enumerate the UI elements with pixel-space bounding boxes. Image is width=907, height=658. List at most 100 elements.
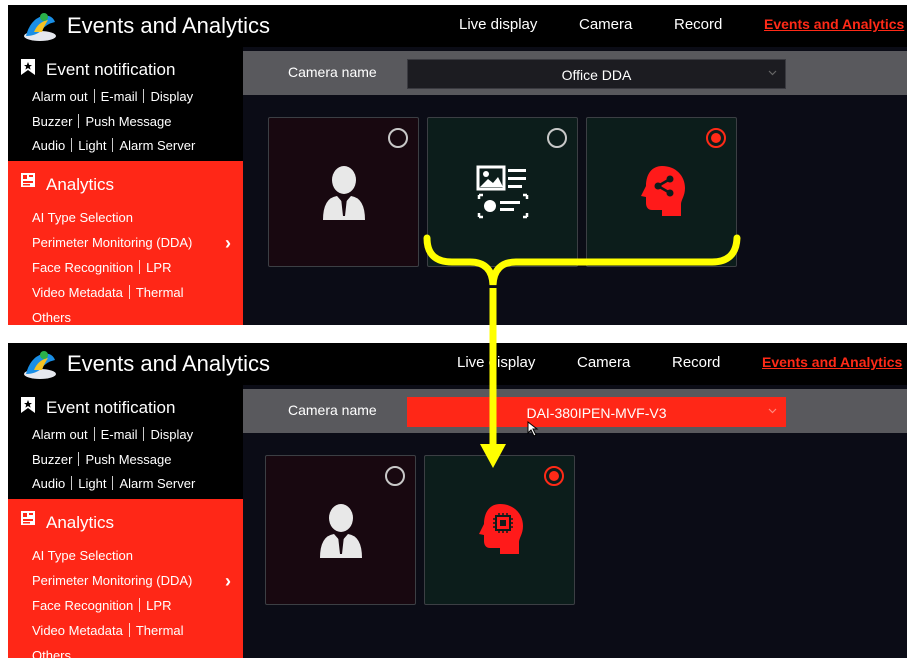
event-row-3: Audio Light Alarm Server (32, 476, 195, 491)
brain-chip-icon (478, 504, 523, 554)
chevron-down-icon (768, 408, 777, 414)
radio-deep-learning-selected[interactable] (706, 128, 726, 148)
brain-share-icon (640, 166, 685, 216)
link-face-recognition[interactable]: Face Recognition (32, 260, 133, 275)
app-title: Events and Analytics (67, 13, 271, 38)
chevron-right-icon[interactable]: › (225, 571, 231, 592)
nav-record[interactable]: Record (674, 16, 722, 33)
camera-name-label: Camera name (288, 402, 377, 418)
link-display[interactable]: Display (150, 89, 193, 104)
bookmark-icon (21, 59, 35, 75)
camera-name-row: Camera name DAI-380IPEN-MVF-V3 (243, 389, 907, 433)
link-email[interactable]: E-mail (101, 427, 138, 442)
link-video-metadata[interactable]: Video Metadata (32, 285, 123, 300)
sidebar: Event notification Alarm out E-mail Displa… (8, 385, 243, 658)
ai-type-card-video-metadata[interactable] (427, 117, 578, 267)
nav-record[interactable]: Record (672, 354, 720, 371)
analytics-title: Analytics (46, 513, 115, 532)
main-content: Camera name DAI-380IPEN-MVF-V3 (243, 385, 907, 658)
camera-name-select[interactable]: Office DDA (407, 59, 786, 89)
chevron-down-icon (768, 70, 777, 76)
chevron-right-icon[interactable]: › (225, 233, 231, 254)
radio-face-recognition[interactable] (385, 466, 405, 486)
app-title: Events and Analytics (67, 351, 271, 376)
link-lpr[interactable]: LPR (146, 598, 171, 613)
link-lpr[interactable]: LPR (146, 260, 171, 275)
link-light[interactable]: Light (78, 476, 106, 491)
camera-name-value: DAI-380IPEN-MVF-V3 (526, 405, 667, 421)
nav-live-display[interactable]: Live display (459, 16, 537, 33)
link-display[interactable]: Display (150, 427, 193, 442)
link-buzzer[interactable]: Buzzer (32, 114, 72, 129)
link-ai-type-selection[interactable]: AI Type Selection (32, 548, 133, 563)
link-push-message[interactable]: Push Message (85, 114, 171, 129)
event-row-3: Audio Light Alarm Server (32, 138, 195, 153)
nav-live-display[interactable]: Live display (457, 354, 535, 371)
app-logo-icon (24, 13, 56, 41)
analytics-row-3: Face Recognition LPR (32, 260, 171, 275)
link-alarm-out[interactable]: Alarm out (32, 89, 88, 104)
radio-ai-chip-selected[interactable] (544, 466, 564, 486)
top-bar: Events and Analytics Live display Camera… (8, 343, 907, 385)
event-row-2: Buzzer Push Message (32, 114, 171, 129)
ai-type-card-face-recognition[interactable] (265, 455, 416, 605)
app-logo-icon (24, 351, 56, 379)
link-thermal[interactable]: Thermal (136, 285, 184, 300)
nav-events-analytics[interactable]: Events and Analytics (764, 16, 904, 32)
camera-name-label: Camera name (288, 64, 377, 80)
link-face-recognition[interactable]: Face Recognition (32, 598, 133, 613)
ai-type-card-ai-chip[interactable] (424, 455, 575, 605)
person-silhouette-icon (319, 504, 362, 558)
event-notification-title: Event notification (46, 60, 176, 79)
link-perimeter-monitoring[interactable]: Perimeter Monitoring (DDA) (32, 235, 192, 250)
camera-name-value: Office DDA (561, 67, 632, 83)
link-email[interactable]: E-mail (101, 89, 138, 104)
screenshot-panel-top: Events and Analytics Live display Camera… (8, 5, 907, 325)
ai-type-card-deep-learning[interactable] (586, 117, 737, 267)
link-alarm-server[interactable]: Alarm Server (119, 476, 195, 491)
analytics-icon (21, 173, 35, 187)
camera-name-row: Camera name Office DDA (243, 51, 907, 95)
mouse-cursor-icon (527, 421, 539, 437)
event-row-1: Alarm out E-mail Display (32, 89, 193, 104)
link-others[interactable]: Others (32, 310, 71, 325)
ai-type-card-face-recognition[interactable] (268, 117, 419, 267)
camera-name-select[interactable]: DAI-380IPEN-MVF-V3 (407, 397, 786, 427)
event-notification-section: Event notification Alarm out E-mail Displa… (8, 47, 243, 161)
main-content: Camera name Office DDA (243, 47, 907, 325)
screenshot-panel-bottom: Events and Analytics Live display Camera… (8, 343, 907, 658)
analytics-row-4: Video Metadata Thermal (32, 285, 184, 300)
analytics-row-3: Face Recognition LPR (32, 598, 171, 613)
link-ai-type-selection[interactable]: AI Type Selection (32, 210, 133, 225)
link-light[interactable]: Light (78, 138, 106, 153)
analytics-row-4: Video Metadata Thermal (32, 623, 184, 638)
event-row-1: Alarm out E-mail Display (32, 427, 193, 442)
radio-face-recognition[interactable] (388, 128, 408, 148)
nav-camera[interactable]: Camera (577, 354, 630, 371)
link-thermal[interactable]: Thermal (136, 623, 184, 638)
image-document-icon (476, 165, 528, 219)
link-audio[interactable]: Audio (32, 138, 65, 153)
nav-events-analytics[interactable]: Events and Analytics (762, 354, 902, 370)
link-perimeter-monitoring[interactable]: Perimeter Monitoring (DDA) (32, 573, 192, 588)
person-silhouette-icon (322, 166, 365, 220)
event-notification-title: Event notification (46, 398, 176, 417)
link-others[interactable]: Others (32, 648, 71, 658)
link-buzzer[interactable]: Buzzer (32, 452, 72, 467)
event-notification-section: Event notification Alarm out E-mail Displa… (8, 385, 243, 499)
link-alarm-server[interactable]: Alarm Server (119, 138, 195, 153)
analytics-title: Analytics (46, 175, 115, 194)
analytics-section: Analytics AI Type Selection Perimeter Mo… (8, 499, 243, 658)
analytics-icon (21, 511, 35, 525)
link-alarm-out[interactable]: Alarm out (32, 427, 88, 442)
radio-video-metadata[interactable] (547, 128, 567, 148)
analytics-section: Analytics AI Type Selection Perimeter Mo… (8, 161, 243, 325)
nav-camera[interactable]: Camera (579, 16, 632, 33)
bookmark-icon (21, 397, 35, 413)
sidebar: Event notification Alarm out E-mail Displa… (8, 47, 243, 325)
link-audio[interactable]: Audio (32, 476, 65, 491)
link-push-message[interactable]: Push Message (85, 452, 171, 467)
link-video-metadata[interactable]: Video Metadata (32, 623, 123, 638)
event-row-2: Buzzer Push Message (32, 452, 171, 467)
top-bar: Events and Analytics Live display Camera… (8, 5, 907, 47)
